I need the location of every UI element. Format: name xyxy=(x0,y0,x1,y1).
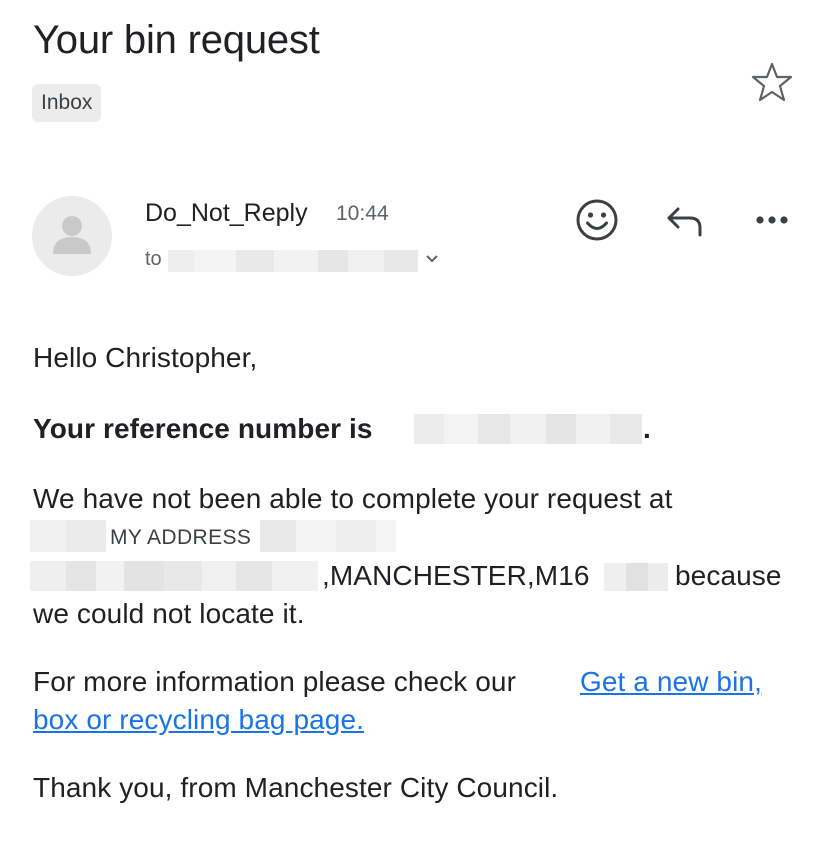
request-line: We have not been able to complete your r… xyxy=(33,483,673,514)
reference-period: . xyxy=(643,413,651,444)
could-not-locate: we could not locate it. xyxy=(33,598,305,629)
recipient-prefix: to xyxy=(145,248,162,270)
sender-name[interactable]: Do_Not_Reply xyxy=(145,197,308,229)
because-text: because xyxy=(675,560,782,591)
person-icon xyxy=(53,216,91,254)
more-horizontal-icon[interactable] xyxy=(752,210,792,230)
sign-off: Thank you, from Manchester City Council. xyxy=(33,772,559,803)
reference-text: Your reference number is xyxy=(33,413,373,444)
email-subject: Your bin request xyxy=(33,18,320,62)
get-new-bin-link[interactable]: Get a new bin, xyxy=(580,664,762,700)
star-icon[interactable] xyxy=(750,62,794,102)
smiley-icon[interactable] xyxy=(574,197,620,243)
address-label: MY ADDRESS xyxy=(110,526,252,549)
email-time: 10:44 xyxy=(336,202,389,225)
sender-avatar[interactable] xyxy=(32,196,112,276)
get-new-bin-link-continued[interactable]: box or recycling bag page. xyxy=(33,702,364,738)
label-chip-inbox[interactable]: Inbox xyxy=(32,84,102,122)
info-text: For more information please check our xyxy=(33,666,517,697)
chevron-down-icon[interactable] xyxy=(424,252,440,266)
reply-arrow-icon[interactable] xyxy=(664,203,706,239)
address-city: ,MANCHESTER,M16 xyxy=(322,560,590,591)
greeting: Hello Christopher, xyxy=(33,342,258,373)
